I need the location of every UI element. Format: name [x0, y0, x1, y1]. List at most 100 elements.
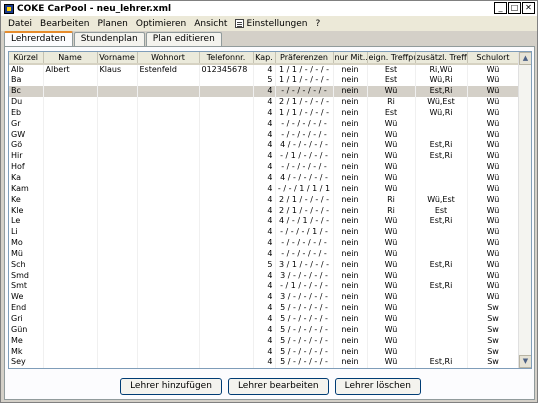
table-row[interactable]: Ka 4 4 / - / - / - / - nein Wü Wü — [9, 172, 520, 184]
table-body: Alb Albert Klaus Estenfeld 012345678 4 1 / 1 /… — [9, 64, 520, 368]
table-row[interactable]: Mk 4 5 / - / - / - / - nein Wü Sw — [9, 346, 520, 357]
table-cell: Ri — [367, 194, 416, 206]
tab-stundenplan[interactable]: Stundenplan — [73, 32, 145, 46]
table-cell — [43, 172, 98, 184]
table-cell — [137, 215, 200, 227]
table-row[interactable]: Gün 4 5 / - / - / - / - nein Wü Sw — [9, 324, 520, 336]
menu-einstellungen[interactable]: Einstellungen — [231, 19, 311, 29]
table-row[interactable]: Wg 45 / - / - / - / -neinWüEst,RiSw — [9, 367, 520, 368]
table-row[interactable]: Smd 4 3 / - / - / - / - nein Wü Wü — [9, 270, 520, 282]
table-cell: Du — [9, 96, 44, 108]
table-cell: nein — [333, 194, 368, 206]
menu-bearbeiten[interactable]: Bearbeiten — [36, 19, 93, 29]
table-cell — [137, 313, 200, 325]
menu-planen[interactable]: Planen — [93, 19, 131, 29]
column-header[interactable]: Name — [43, 52, 98, 65]
table-cell: 5 / - / - / - / - — [275, 324, 334, 336]
menu-optimieren[interactable]: Optimieren — [132, 19, 190, 29]
table-row[interactable]: Hir 4- / 1 / - / - / - nein Wü Est,Ri Wü — [9, 150, 520, 162]
table-row[interactable]: Li 4- / - / - / 1 / - nein Wü Wü — [9, 226, 520, 238]
title-bar[interactable]: COKE CarPool - neu_lehrer.xml _ □ ✕ — [1, 1, 537, 16]
table-cell — [199, 215, 254, 227]
table-cell — [137, 281, 200, 292]
table-cell: Wü — [467, 118, 520, 130]
vertical-scrollbar[interactable]: ▲ ▼ — [518, 52, 531, 368]
column-header[interactable]: eign. Treffpu.. — [367, 52, 416, 65]
table-cell — [137, 75, 200, 86]
table-cell: 4 — [253, 85, 276, 97]
add-teacher-button[interactable]: Lehrer hinzufügen — [120, 378, 222, 395]
column-header[interactable]: Wohnort — [137, 52, 200, 65]
column-header[interactable]: Schulort — [467, 52, 520, 65]
menu-bar: Datei Bearbeiten Planen Optimieren Ansic… — [1, 16, 537, 31]
scroll-up-icon[interactable]: ▲ — [519, 52, 531, 65]
table-cell: We — [9, 291, 44, 303]
table-row[interactable]: We 4 3 / - / - / - / - nein Wü Wü — [9, 291, 520, 303]
table-cell: Wü — [467, 150, 520, 162]
table-row[interactable]: End 4 5 / - / - / - / - nein Wü Sw — [9, 302, 520, 314]
table-row[interactable]: Du 4 2 / 1 / - / - / - nein Ri Wü,Est Wü — [9, 96, 520, 108]
table-row[interactable]: Me 4 5 / - / - / - / - nein Wü Sw — [9, 335, 520, 347]
table-cell: 4 — [253, 107, 276, 119]
table-cell: Est,Ri — [415, 215, 468, 227]
table-cell: 4 — [253, 226, 276, 238]
table-cell: nein — [333, 302, 368, 314]
table-row[interactable]: Le 4 4 / - / 1 / - / - nein Wü Est,Ri Wü — [9, 215, 520, 227]
close-button[interactable]: ✕ — [522, 2, 535, 14]
column-header[interactable]: Vorname — [97, 52, 138, 65]
table-cell: nein — [333, 64, 368, 75]
table-cell: 4 — [253, 205, 276, 216]
table-row[interactable]: Sey 4 5 / - / - / - / - nein Wü Est,Ri Sw — [9, 356, 520, 368]
table-cell: Mü — [9, 248, 44, 260]
maximize-button[interactable]: □ — [508, 2, 521, 14]
menu-datei[interactable]: Datei — [4, 19, 36, 29]
table-cell — [97, 237, 138, 249]
column-header[interactable]: nur Mit.. — [333, 52, 368, 65]
table-row[interactable]: Eb 4 1 / 1 / - / - / - nein Est Wü,Ri Wü — [9, 107, 520, 119]
table-row[interactable]: Bc 4- / - / - / - / - nein Wü Est,Ri Wü — [9, 85, 520, 97]
table-cell: - / - / - / - / - — [275, 129, 334, 141]
menu-ansicht[interactable]: Ansicht — [190, 19, 231, 29]
table-cell — [199, 259, 254, 271]
edit-teacher-button[interactable]: Lehrer bearbeiten — [227, 378, 329, 395]
table-cell: 4 — [253, 64, 276, 75]
menu-help[interactable]: ? — [311, 19, 324, 29]
table-row[interactable]: Smt 4- / 1 / - / - / - nein Wü Est,Ri Wü — [9, 281, 520, 292]
minimize-button[interactable]: _ — [494, 2, 507, 14]
column-header[interactable]: zusätzl. Treff... — [415, 52, 468, 65]
table-row[interactable]: Ba 5 1 / 1 / - / - / - nein Est Wü,Ri Wü — [9, 75, 520, 86]
table-row[interactable]: Kam 4- / - / 1 / 1 / 1 nein Wü Wü — [9, 183, 520, 195]
table-cell — [43, 85, 98, 97]
column-header[interactable]: Telefonnr. — [199, 52, 254, 65]
scroll-track[interactable] — [519, 65, 531, 355]
tab-lehrerdaten[interactable]: Lehrerdaten — [4, 31, 73, 46]
table-cell: nein — [333, 356, 368, 368]
table-row[interactable]: Hof 4- / - / - / - / - nein Wü Wü — [9, 161, 520, 173]
table-cell — [43, 281, 98, 292]
table-row[interactable]: Mü 4- / - / - / - / - nein Wü Wü — [9, 248, 520, 260]
table-row[interactable]: Mo 4- / - / - / - / - nein Wü Wü — [9, 237, 520, 249]
table-row[interactable]: GW 4- / - / - / - / - nein Wü Wü — [9, 129, 520, 141]
table-row[interactable]: Ke 4 2 / 1 / - / - / - nein Ri Wü,Est Wü — [9, 194, 520, 206]
table-row[interactable]: Alb Albert Klaus Estenfeld 012345678 4 1 / 1 /… — [9, 64, 520, 75]
table-cell: nein — [333, 335, 368, 347]
table-cell: 4 — [253, 313, 276, 325]
table-cell: nein — [333, 291, 368, 303]
table-row[interactable]: Gri 4 5 / - / - / - / - nein Wü Sw — [9, 313, 520, 325]
column-header[interactable]: Präferenzen — [275, 52, 334, 65]
table-cell — [415, 302, 468, 314]
table-cell — [137, 237, 200, 249]
column-header[interactable]: Kap. — [253, 52, 276, 65]
scroll-down-icon[interactable]: ▼ — [519, 355, 531, 368]
table-row[interactable]: Gö 4 4 / - / - / - / - nein Wü Est,Ri Wü — [9, 140, 520, 151]
table-cell — [137, 367, 200, 368]
table-row[interactable]: Gr 4- / - / - / - / - nein Wü Wü — [9, 118, 520, 130]
table-cell — [415, 313, 468, 325]
delete-teacher-button[interactable]: Lehrer löschen — [334, 378, 421, 395]
table-row[interactable]: Kle 4 2 / 1 / - / - / - nein Ri Est Wü — [9, 205, 520, 216]
tab-plan-editieren[interactable]: Plan editieren — [145, 32, 222, 46]
column-header[interactable]: Kürzel — [9, 52, 44, 65]
table-cell — [199, 270, 254, 282]
table-row[interactable]: Sch 5 3 / 1 / - / - / - nein Wü Est,Ri Wü — [9, 259, 520, 271]
table-cell: Wü,Est — [415, 194, 468, 206]
